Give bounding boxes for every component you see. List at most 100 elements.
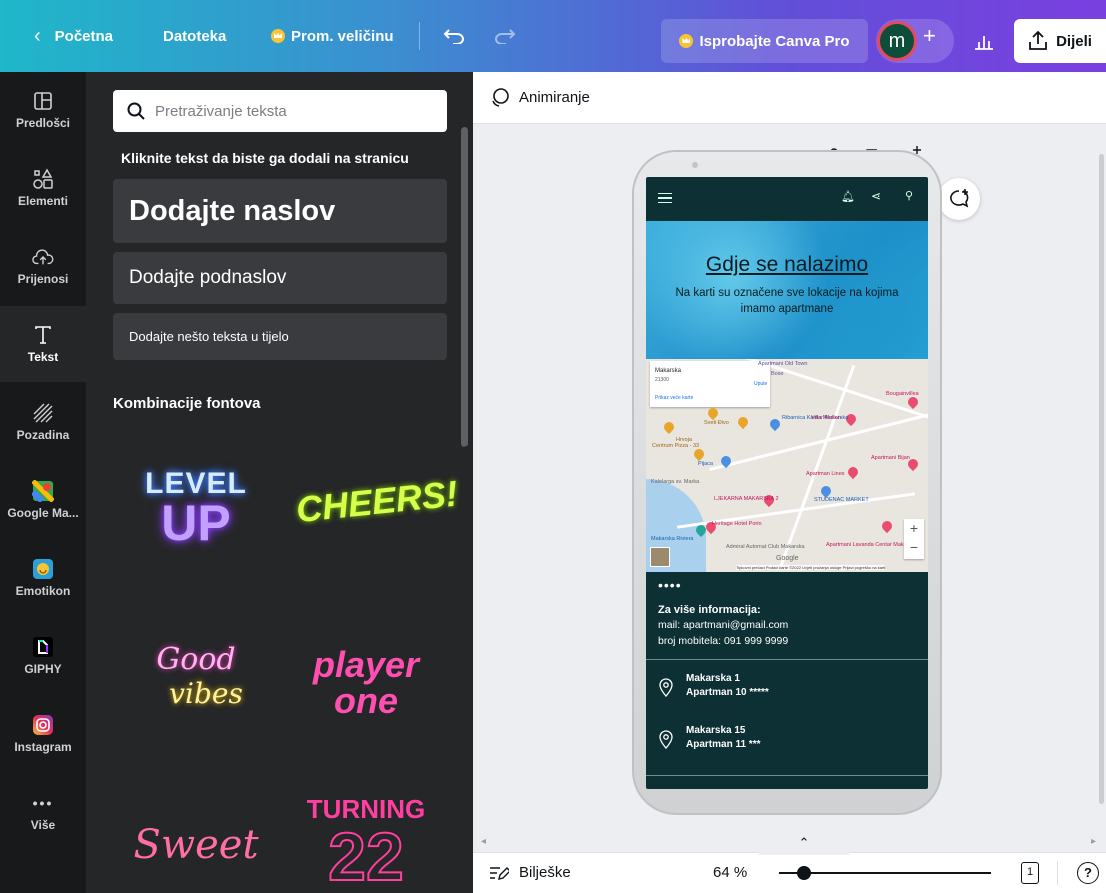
combo-line: player (312, 644, 420, 685)
rail-item-label: Više (30, 818, 56, 832)
add-body-text-button[interactable]: Dodajte nešto teksta u tijelo (113, 313, 447, 360)
notes-button[interactable]: Bilješke (489, 864, 571, 881)
map-card-link[interactable]: Prikaz veće karte (655, 395, 693, 401)
map-label: Pijaca (698, 461, 713, 467)
google-maps-icon (32, 480, 54, 502)
location-pin-icon (658, 729, 674, 754)
comment-button[interactable] (938, 178, 980, 220)
map-embed[interactable]: Makarska 21300 Prikaz veće karte Upute A… (646, 359, 928, 572)
resize-button[interactable]: Prom. veličinu (271, 0, 394, 72)
map-pin (691, 446, 707, 462)
map-info-card: Makarska 21300 Prikaz veće karte Upute (650, 361, 770, 407)
layout-icon (32, 90, 54, 112)
add-subheading-button[interactable]: Dodajte podnaslov (113, 252, 447, 304)
map-label: Villa Madlen (811, 415, 841, 421)
hero-subtitle: Na karti su označene sve lokacije na koj… (675, 287, 899, 315)
pages-toggle-button[interactable]: ⌃ (759, 835, 849, 855)
street-view-thumbnail[interactable] (650, 547, 670, 567)
combo-line: UP (161, 495, 231, 551)
rail-item-background[interactable]: Pozadina (0, 384, 86, 460)
zoom-in-icon[interactable]: + (904, 519, 924, 538)
google-logo: Google (776, 555, 799, 562)
help-button[interactable]: ? (1077, 862, 1099, 884)
analytics-button[interactable] (962, 19, 1006, 63)
share-label: Dijeli (1056, 32, 1092, 50)
rail-item-google-maps[interactable]: Google Ma... (0, 462, 86, 538)
rail-item-uploads[interactable]: Prijenosi (0, 228, 86, 304)
rail-item-label: Prijenosi (17, 272, 69, 286)
combo-cheers[interactable]: CHEERS! (294, 472, 459, 552)
upload-icon (1029, 31, 1047, 50)
crown-icon (271, 29, 285, 43)
panel-hint: Kliknite tekst da biste ga dodali na str… (121, 150, 409, 166)
add-collaborator-button[interactable]: + (923, 0, 936, 72)
chevron-left-icon: ‹ (34, 24, 41, 47)
avatar[interactable]: m (877, 21, 917, 61)
zoom-slider[interactable] (779, 866, 991, 880)
rail-item-emoji[interactable]: Emotikon (0, 540, 86, 616)
page-count-button[interactable]: 1 (1021, 862, 1039, 884)
home-button[interactable]: ‹ Početna (34, 0, 113, 72)
map-label: Makarska Riviera (651, 536, 694, 542)
combo-turning-22[interactable]: TURNING 22 (296, 794, 436, 893)
location-line: Makarska 1 (686, 673, 740, 684)
map-pin (705, 405, 721, 421)
zoom-slider-handle[interactable] (797, 866, 811, 880)
rail-item-more[interactable]: ••• Više (0, 774, 86, 850)
map-label: STUDENAC MARKET (814, 497, 869, 503)
combo-level-up[interactable]: LEVEL UP (126, 467, 266, 577)
rail-item-label: Google Ma... (7, 506, 79, 520)
rail-item-label: Tekst (27, 350, 59, 364)
map-label: Heritage Hotel Porin (712, 521, 762, 527)
map-pin (767, 416, 783, 432)
share-button[interactable]: Dijeli (1014, 19, 1106, 63)
map-card-directions[interactable]: Upute (754, 381, 767, 387)
info-phone: broj mobitela: 091 999 9999 (658, 635, 789, 647)
notes-label: Bilješke (519, 864, 571, 881)
rail-item-label: Predlošci (15, 116, 71, 130)
search-icon: ⚲ (905, 190, 914, 202)
add-heading-button[interactable]: Dodajte naslov (113, 179, 447, 243)
map-label: Sveti Đivo (704, 420, 729, 426)
redo-button[interactable] (494, 0, 516, 72)
plus-icon: + (923, 23, 936, 48)
cloud-upload-icon (32, 246, 54, 268)
rail-item-instagram[interactable]: Instagram (0, 696, 86, 772)
info-mail: mail: apartmani@gmail.com (658, 619, 789, 631)
rail-item-templates[interactable]: Predlošci (0, 72, 86, 148)
zoom-level[interactable]: 64 % (713, 864, 747, 881)
zoom-control[interactable]: + − (904, 519, 924, 559)
try-pro-button[interactable]: Isprobajte Canva Pro (661, 19, 868, 63)
zoom-out-icon[interactable]: − (904, 538, 924, 557)
rail-item-giphy[interactable]: GIPHY (0, 618, 86, 694)
location-line: Apartman 10 ***** (686, 687, 769, 698)
animate-button[interactable]: Animiranje (489, 86, 590, 108)
divider (646, 775, 928, 776)
combo-line: CHEERS! (294, 472, 460, 531)
map-label: Bougainvillea (886, 391, 919, 397)
canvas-scrollbar[interactable] (1099, 154, 1104, 804)
map-label: Admiral Automat Club Makarska (726, 544, 805, 550)
divider (419, 22, 420, 50)
panel-scrollbar[interactable] (461, 127, 468, 447)
combo-player-one[interactable]: player one (296, 647, 436, 737)
map-pin (818, 483, 834, 499)
rail-item-elements[interactable]: Elementi (0, 150, 86, 226)
rail-item-label: Instagram (14, 740, 72, 754)
combo-line: vibes (169, 677, 243, 710)
scroll-left-icon: ◂ (481, 836, 487, 847)
phone-screen[interactable]: 🔔︎ ⋖ ⚲ Gdje se nalazimo Na karti su ozna… (646, 177, 928, 789)
search-input[interactable]: Pretraživanje teksta (113, 90, 447, 132)
combo-good-vibes[interactable]: Good vibes (126, 642, 266, 732)
combo-sweet[interactable]: Sweet (126, 822, 266, 882)
map-pin (845, 464, 861, 480)
undo-button[interactable] (443, 0, 465, 72)
editor-toolbar: Animiranje (473, 72, 1106, 124)
animate-icon (492, 88, 509, 107)
rail-item-text[interactable]: Tekst (0, 306, 86, 382)
file-menu[interactable]: Datoteka (163, 0, 226, 72)
map-card-title: Makarska (655, 368, 682, 374)
map-label: Apartmani Bijan (871, 455, 910, 461)
dots-decoration: •••• (658, 577, 682, 593)
rail-item-label: Emotikon (15, 584, 71, 598)
